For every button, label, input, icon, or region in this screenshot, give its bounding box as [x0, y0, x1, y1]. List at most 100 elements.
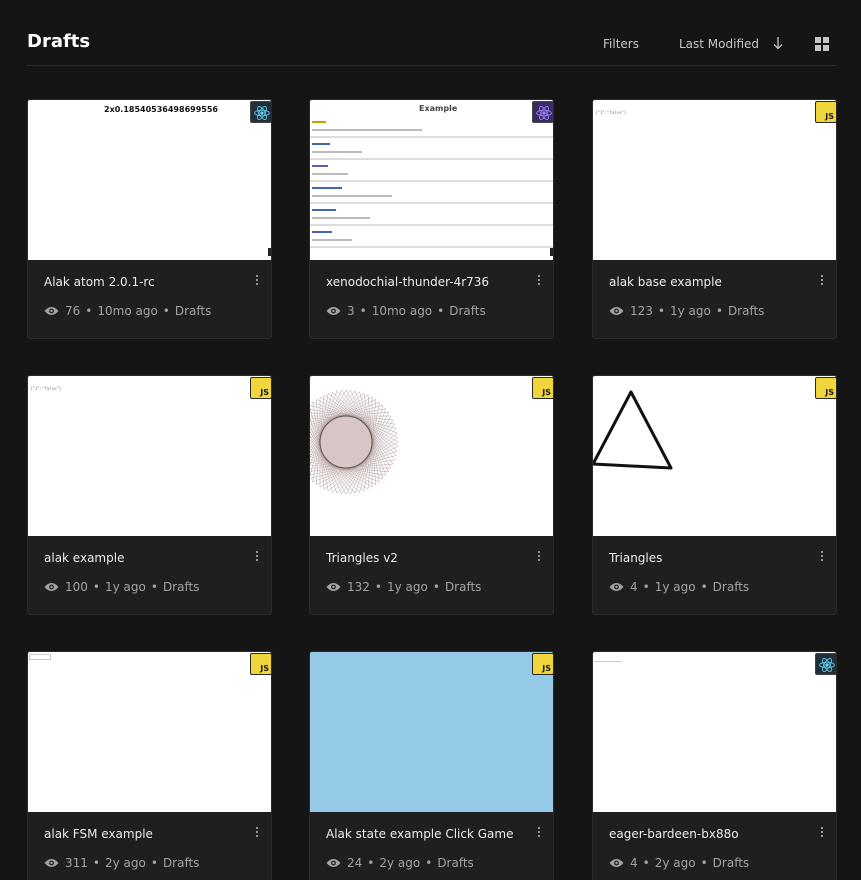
arrow-down-icon[interactable] [771, 35, 785, 51]
separator: • [92, 856, 100, 870]
separator: • [700, 580, 708, 594]
sandbox-title[interactable]: Alak atom 2.0.1-rc [44, 275, 155, 289]
eye-icon [326, 307, 341, 315]
folder-name: Drafts [437, 856, 474, 870]
javascript-badge: JS [250, 377, 271, 399]
sandbox-meta: 4 • 2y ago • Drafts [609, 856, 749, 870]
separator: • [85, 304, 93, 318]
javascript-badge: JS [815, 377, 836, 399]
eye-icon [326, 583, 341, 591]
sandbox-card[interactable]: Example xenodochial-thunder-4r736 3 • 10… [309, 99, 554, 339]
sandbox-card[interactable]: JS alak FSM example 311 • 2y ago • Draft… [27, 651, 272, 880]
sandbox-card[interactable]: JS Alak state example Click Game 24 • 2y… [309, 651, 554, 880]
sandbox-title[interactable]: alak example [44, 551, 124, 565]
modified-time: 1y ago [104, 580, 146, 594]
react-icon [819, 658, 835, 672]
javascript-badge: JS [815, 101, 836, 123]
react-badge [250, 101, 271, 123]
sandbox-card[interactable]: JS Triangles 4 • 1y ago • Drafts [592, 375, 837, 615]
sandbox-meta: 132 • 1y ago • Drafts [326, 580, 481, 594]
sandbox-card[interactable]: JS Triangles v2 132 • 1y ago • Drafts [309, 375, 554, 615]
separator: • [642, 580, 650, 594]
filters-button[interactable]: Filters [603, 37, 639, 51]
kebab-menu-icon[interactable] [820, 551, 824, 563]
folder-name: Drafts [162, 580, 200, 594]
sandbox-preview[interactable]: 2x0.18540536498699556 [28, 100, 271, 260]
modified-time: 1y ago [654, 580, 696, 594]
sandbox-preview[interactable]: JS [310, 652, 553, 812]
sandbox-card[interactable]: {"1":"false"} JS alak base example 123 •… [592, 99, 837, 339]
javascript-badge: JS [250, 653, 271, 675]
sandbox-title[interactable]: xenodochial-thunder-4r736 [326, 275, 489, 289]
separator: • [437, 304, 445, 318]
triangle-art [593, 390, 673, 470]
sandbox-preview[interactable]: JS [310, 376, 553, 536]
separator: • [92, 580, 100, 594]
sandbox-card[interactable]: eager-bardeen-bx88o 4 • 2y ago • Drafts [592, 651, 837, 880]
sandbox-preview[interactable]: JS [593, 376, 836, 536]
sandbox-title[interactable]: Alak state example Click Game [326, 827, 513, 841]
folder-name: Drafts [712, 856, 750, 870]
view-count: 4 [630, 856, 638, 870]
eye-icon [609, 583, 624, 591]
sandbox-meta: 4 • 1y ago • Drafts [609, 580, 749, 594]
separator: • [642, 856, 650, 870]
sandbox-preview[interactable]: JS [28, 652, 271, 812]
sandbox-card[interactable]: {"1":"false"} JS alak example 100 • 1y a… [27, 375, 272, 615]
scrollbar-handle [268, 248, 271, 256]
kebab-menu-icon[interactable] [820, 827, 824, 839]
view-count: 311 [65, 856, 88, 870]
kebab-menu-icon[interactable] [255, 827, 259, 839]
view-count: 100 [65, 580, 88, 594]
grid-view-icon[interactable] [815, 37, 830, 52]
folder-name: Drafts [449, 304, 486, 318]
react-badge [815, 653, 836, 675]
modified-time: 1y ago [669, 304, 711, 318]
separator: • [367, 856, 375, 870]
sandbox-preview[interactable]: {"1":"false"} JS [593, 100, 836, 260]
separator: • [150, 580, 158, 594]
separator: • [150, 856, 158, 870]
preview-text: 2x0.18540536498699556 [104, 105, 218, 114]
sandbox-title[interactable]: Triangles [609, 551, 662, 565]
kebab-menu-icon[interactable] [255, 551, 259, 563]
page-header: Drafts Filters Last Modified [27, 28, 838, 66]
separator: • [162, 304, 170, 318]
separator: • [715, 304, 723, 318]
folder-name: Drafts [444, 580, 482, 594]
console-output: {"1":"false"} [595, 110, 627, 115]
react-badge [532, 101, 553, 123]
sandbox-title[interactable]: eager-bardeen-bx88o [609, 827, 739, 841]
eye-icon [44, 859, 59, 867]
sandbox-card[interactable]: 2x0.18540536498699556 Alak atom 2.0.1-rc… [27, 99, 272, 339]
sandbox-preview[interactable]: {"1":"false"} JS [28, 376, 271, 536]
kebab-menu-icon[interactable] [537, 275, 541, 287]
sandbox-title[interactable]: Triangles v2 [326, 551, 398, 565]
preview-list [310, 118, 553, 248]
kebab-menu-icon[interactable] [537, 551, 541, 563]
modified-time: 2y ago [104, 856, 146, 870]
kebab-menu-icon[interactable] [537, 827, 541, 839]
modified-time: 1y ago [386, 580, 428, 594]
sandbox-preview[interactable]: Example [310, 100, 553, 260]
view-count: 3 [347, 304, 355, 318]
sort-dropdown[interactable]: Last Modified [679, 37, 759, 51]
triangles-art [310, 389, 399, 495]
javascript-badge: JS [532, 653, 553, 675]
eye-icon [44, 307, 59, 315]
sandbox-preview[interactable] [593, 652, 836, 812]
react-icon [254, 106, 270, 120]
javascript-badge: JS [532, 377, 553, 399]
sandbox-meta: 311 • 2y ago • Drafts [44, 856, 199, 870]
kebab-menu-icon[interactable] [820, 275, 824, 287]
view-count: 24 [347, 856, 363, 870]
scrollbar-handle [550, 248, 553, 256]
preview-underline [594, 661, 622, 662]
separator: • [700, 856, 708, 870]
sandbox-title[interactable]: alak FSM example [44, 827, 153, 841]
sandbox-title[interactable]: alak base example [609, 275, 722, 289]
sandbox-meta: 123 • 1y ago • Drafts [609, 304, 764, 318]
view-count: 123 [630, 304, 653, 318]
folder-name: Drafts [712, 580, 750, 594]
kebab-menu-icon[interactable] [255, 275, 259, 287]
